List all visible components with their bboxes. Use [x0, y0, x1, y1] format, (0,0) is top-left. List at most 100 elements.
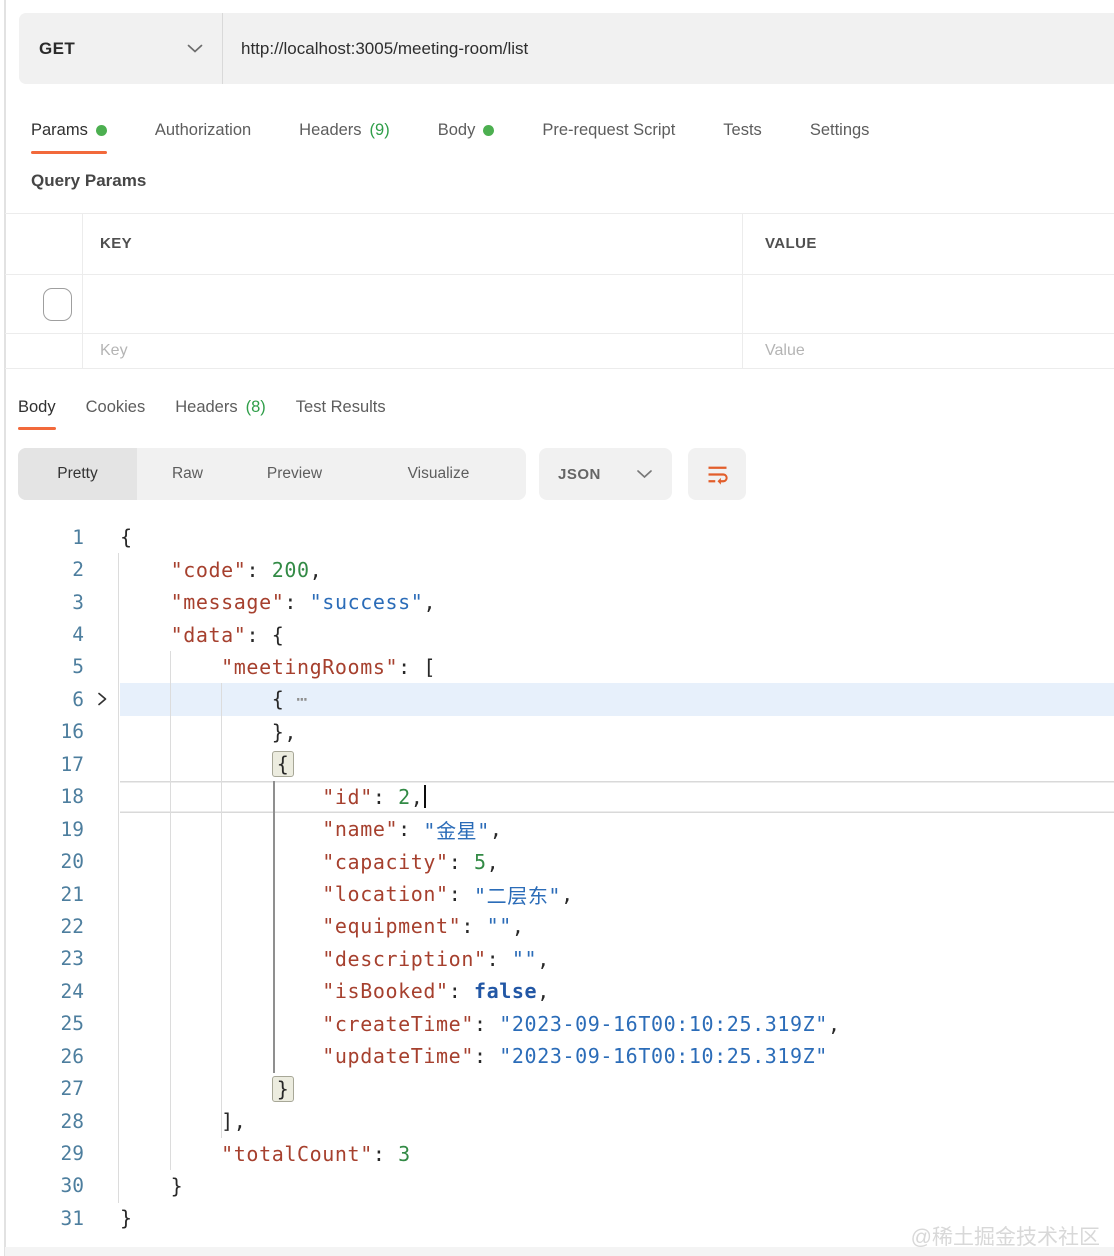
request-tab-params[interactable]: Params	[31, 107, 107, 154]
line-number: 28	[5, 1110, 84, 1133]
response-tab-body[interactable]: Body	[18, 385, 56, 430]
line-number: 2	[5, 558, 84, 581]
code-text: "totalCount": 3	[120, 1137, 1114, 1169]
gutter: 2	[5, 553, 120, 585]
view-mode-visualize[interactable]: Visualize	[351, 448, 526, 500]
code-text: {⋯	[120, 683, 1114, 715]
code-text: "updateTime": "2023-09-16T00:10:25.319Z"	[120, 1040, 1114, 1072]
wrap-text-button[interactable]	[688, 448, 746, 500]
tab-label: Settings	[810, 121, 870, 140]
chevron-down-icon	[186, 43, 204, 54]
code-line-16: 16 },	[5, 716, 1114, 748]
code-text: "data": {	[120, 618, 1114, 650]
gutter: 24	[5, 975, 120, 1007]
request-tab-tests[interactable]: Tests	[723, 107, 762, 154]
code-line-2: 2 "code": 200,	[5, 553, 1114, 585]
code-line-20: 20 "capacity": 5,	[5, 845, 1114, 877]
code-line-30: 30 }	[5, 1170, 1114, 1202]
code-line-29: 29 "totalCount": 3	[5, 1137, 1114, 1169]
code-text: "meetingRooms": [	[120, 651, 1114, 683]
gutter: 25	[5, 1008, 120, 1040]
line-number: 17	[5, 753, 84, 776]
view-mode-pretty[interactable]: Pretty	[18, 448, 137, 500]
code-line-4: 4 "data": {	[5, 618, 1114, 650]
line-number: 31	[5, 1207, 84, 1230]
chevron-down-icon	[636, 469, 653, 479]
tab-count-badge: (9)	[370, 121, 390, 140]
gutter: 26	[5, 1040, 120, 1072]
line-number: 5	[5, 655, 84, 678]
fold-toggle-icon[interactable]	[84, 691, 120, 707]
gutter: 1	[5, 521, 120, 553]
code-line-5: 5 "meetingRooms": [	[5, 651, 1114, 683]
code-line-26: 26 "updateTime": "2023-09-16T00:10:25.31…	[5, 1040, 1114, 1072]
method-dropdown[interactable]: GET	[19, 13, 223, 84]
gutter: 19	[5, 813, 120, 845]
line-number: 30	[5, 1174, 84, 1197]
language-dropdown[interactable]: JSON	[539, 448, 672, 500]
code-line-18: 18 "id": 2,	[5, 781, 1114, 813]
gutter: 22	[5, 910, 120, 942]
code-line-24: 24 "isBooked": false,	[5, 975, 1114, 1007]
line-number: 3	[5, 591, 84, 614]
language-label: JSON	[558, 466, 601, 483]
column-header-value: VALUE	[765, 213, 817, 274]
line-number: 18	[5, 785, 84, 808]
view-mode-raw[interactable]: Raw	[137, 448, 238, 500]
table-border	[5, 333, 1114, 334]
tab-label: Headers	[175, 398, 237, 417]
table-border	[5, 368, 1114, 369]
code-line-28: 28 ],	[5, 1105, 1114, 1137]
method-label: GET	[39, 39, 75, 59]
gutter: 20	[5, 845, 120, 877]
gutter: 21	[5, 878, 120, 910]
request-tabs: Params Authorization Headers(9) Body Pre-req…	[31, 107, 869, 154]
request-tab-authorization[interactable]: Authorization	[155, 107, 251, 154]
line-number: 23	[5, 947, 84, 970]
code-text: "createTime": "2023-09-16T00:10:25.319Z"…	[120, 1008, 1114, 1040]
code-line-19: 19 "name": "金星",	[5, 813, 1114, 845]
line-number: 19	[5, 818, 84, 841]
value-placeholder-cell[interactable]: Value	[765, 333, 805, 369]
query-params-table: KEY VALUE Key Value	[5, 213, 1114, 369]
request-tab-headers[interactable]: Headers(9)	[299, 107, 390, 154]
green-dot-icon	[483, 125, 494, 136]
request-url-bar: GET http://localhost:3005/meeting-room/l…	[19, 13, 1114, 84]
request-tab-pre-request-script[interactable]: Pre-request Script	[542, 107, 675, 154]
line-number: 4	[5, 623, 84, 646]
line-number: 20	[5, 850, 84, 873]
response-tab-test-results[interactable]: Test Results	[296, 385, 386, 430]
key-placeholder-cell[interactable]: Key	[100, 333, 128, 369]
gutter: 17	[5, 748, 120, 780]
brace-match-guide	[273, 781, 275, 1073]
query-params-title: Query Params	[31, 171, 146, 191]
gutter: 31	[5, 1202, 120, 1234]
code-text: "code": 200,	[120, 553, 1114, 585]
code-line-6: 6 {⋯	[5, 683, 1114, 715]
request-tab-body[interactable]: Body	[438, 107, 495, 154]
code-text: "id": 2,	[120, 781, 1114, 813]
postman-request-panel: GET http://localhost:3005/meeting-room/l…	[0, 0, 1114, 1256]
tab-label: Cookies	[86, 398, 146, 417]
response-tab-cookies[interactable]: Cookies	[86, 385, 146, 430]
line-number: 22	[5, 915, 84, 938]
code-text: }	[120, 1170, 1114, 1202]
line-number: 27	[5, 1077, 84, 1100]
column-header-key: KEY	[100, 213, 132, 274]
tab-label: Tests	[723, 121, 762, 140]
code-line-21: 21 "location": "二层东",	[5, 878, 1114, 910]
view-mode-preview[interactable]: Preview	[238, 448, 351, 500]
response-tab-headers[interactable]: Headers (8)	[175, 385, 266, 430]
gutter: 5	[5, 651, 120, 683]
watermark: @稀土掘金技术社区	[911, 1221, 1100, 1251]
indent-guide	[118, 553, 119, 1203]
param-row-checkbox[interactable]	[43, 288, 72, 321]
green-dot-icon	[96, 125, 107, 136]
request-tab-settings[interactable]: Settings	[810, 107, 870, 154]
gutter: 4	[5, 618, 120, 650]
code-text: "name": "金星",	[120, 813, 1114, 845]
code-text: {	[120, 521, 1114, 553]
url-input[interactable]: http://localhost:3005/meeting-room/list	[223, 13, 1114, 84]
tab-count-badge: (8)	[246, 398, 266, 417]
code-line-23: 23 "description": "",	[5, 943, 1114, 975]
